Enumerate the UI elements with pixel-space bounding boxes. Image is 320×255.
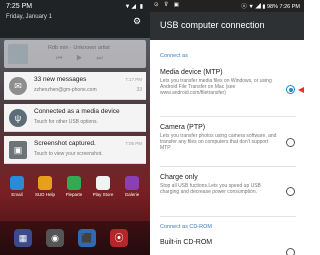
section-cdrom: Connect as CD-ROM [160,224,212,230]
option-title: Camera (PTP) [160,124,206,131]
app-fleparte[interactable]: Fleparte [63,176,85,197]
option-title: Media device (MTP) [160,69,223,76]
divider [160,116,296,117]
radio-cdrom[interactable] [286,248,295,255]
apps-drawer-icon[interactable]: ◉ [46,229,64,247]
option-ptp[interactable]: Camera (PTP) Lets you transfer photos us… [160,124,296,151]
notification-title: 33 new messages [34,76,87,83]
email-app-icon [10,176,24,190]
notification-body: Touch to view your screenshot. [34,151,103,157]
app-galerie[interactable]: Galerie [121,176,143,197]
music-title: Rdb min · Unknown artist [48,45,110,51]
section-connect-as: Connect as [160,53,188,59]
music-controls[interactable]: ⏮ ▶ ⏭ [56,55,109,63]
option-charge-only[interactable]: Charge only Stop all USB fuctions.Lets y… [160,174,296,195]
notification-body: Touch for other USB options. [34,119,98,125]
shade-header: 7:25 PM Friday, January 1 ▼◢ ▮ ⚙ [0,0,150,38]
option-title: Charge only [160,174,198,181]
play-store-icon [96,176,110,190]
app-bar: USB computer connection [150,12,304,40]
option-description: Lets you transfer photos using camera so… [160,133,277,151]
notification-messages[interactable]: ✉ 33 new messages zzhenzhen@gm-phone.com… [4,72,146,100]
option-description: Lets you transfer media files on Windows… [160,78,272,96]
notification-title: Connected as a media device [34,108,120,115]
app-label: Email [11,192,23,197]
album-art-icon [8,44,28,64]
page-title: USB computer connection [160,20,265,30]
app-play-store[interactable]: Play Store [92,176,114,197]
option-mtp[interactable]: Media device (MTP) Lets you transfer med… [160,69,296,96]
notification-time: 7:17 PM [125,77,142,82]
app-label: SUD Help [34,192,55,197]
shade-date: Friday, January 1 [6,14,52,20]
radio-charge-only[interactable] [286,187,295,196]
fleparte-app-icon [67,176,81,190]
usb-settings-screen: ⊙ ⊽ ▣ ⓞ ▼ ◢ ▮ 98% 7:26 PM USB computer c… [150,0,304,255]
home-apps-row: Email SUD Help Fleparte Play Store Galer… [0,176,150,216]
help-app-icon [38,176,52,190]
app-label: Galerie [124,192,140,197]
usb-icon: ψ [9,109,27,127]
app-label: Play Store [92,192,114,197]
screenshot-icon: ▣ [9,141,27,159]
bottom-dock: ▦ ◉ ⬛ ⦿ [0,221,150,255]
app-email[interactable]: Email [6,176,28,197]
app-label: Fleparte [65,192,83,197]
pointer-arrow-icon [298,87,304,93]
radio-mtp[interactable] [286,85,295,94]
status-right-icons: ⓞ ▼ ◢ ▮ 98% 7:26 PM [241,4,300,10]
camera-icon[interactable]: ⦿ [110,229,128,247]
music-notification[interactable]: Rdb min · Unknown artist ⏮ ▶ ⏭ [4,40,146,68]
divider [160,166,296,167]
option-cdrom[interactable]: Built-in CD-ROM [160,239,296,246]
notification-usb[interactable]: ψ Connected as a media device Touch for … [4,104,146,132]
notification-screenshot[interactable]: ▣ Screenshot captured. Touch to view you… [4,136,146,164]
system-status-icons: ▼◢ ▮ [124,4,144,10]
shade-time: 7:25 PM [6,3,33,10]
notification-body: zzhenzhen@gm-phone.com [34,87,97,93]
email-icon: ✉ [9,77,27,95]
gallery-app-icon [125,176,139,190]
option-description: Stop all USB fuctions.Lets you speed up … [160,183,261,195]
notification-time: 7:05 PM [125,141,142,146]
settings-icon[interactable]: ⚙ [132,16,142,26]
browser-icon[interactable]: ⬛ [78,229,96,247]
radio-ptp[interactable] [286,138,295,147]
divider [160,216,296,217]
option-title: Built-in CD-ROM [160,239,213,246]
notification-count: 33 [136,87,142,93]
notification-shade: 7:25 PM Friday, January 1 ▼◢ ▮ ⚙ Rdb min… [0,0,150,255]
notification-title: Screenshot captured. [34,140,96,147]
phone-icon[interactable]: ▦ [14,229,32,247]
status-bar: ⊙ ⊽ ▣ ⓞ ▼ ◢ ▮ 98% 7:26 PM [150,0,304,12]
app-sud-help[interactable]: SUD Help [34,176,56,197]
status-left-icons: ⊙ ⊽ ▣ [154,2,181,8]
